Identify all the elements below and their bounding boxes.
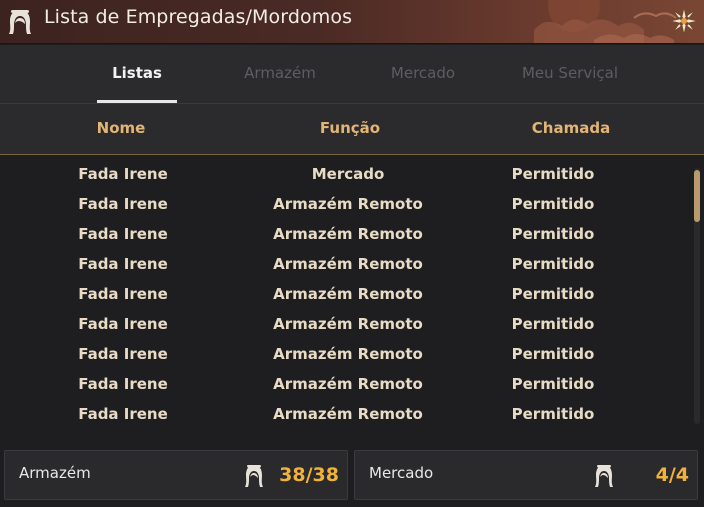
storage-count: 38/38 [279,464,339,486]
table-row[interactable]: Fada Irene Armazém Remoto Permitido [0,336,690,366]
active-tab-indicator [97,100,177,103]
tab-mercado[interactable]: Mercado [373,45,473,103]
row-name: Fada Irene [78,405,168,423]
maid-icon [595,465,613,487]
row-function: Armazém Remoto [273,345,423,363]
table-row[interactable]: Fada Irene Armazém Remoto Permitido [0,246,690,276]
window-title: Lista de Empregadas/Mordomos [44,6,353,28]
row-name: Fada Irene [78,165,168,183]
table-row[interactable]: Fada Irene Armazém Remoto Permitido [0,276,690,306]
title-bar: Lista de Empregadas/Mordomos [0,0,704,44]
maid-list: Fada Irene Mercado Permitido Fada Irene … [0,156,704,436]
row-call-status: Permitido [511,345,595,363]
column-header-chamada: Chamada [531,119,611,137]
row-function: Armazém Remoto [273,195,423,213]
table-row[interactable]: Fada Irene Armazém Remoto Permitido [0,186,690,216]
market-count-panel: Mercado 4/4 [354,450,698,500]
tab-listas[interactable]: Listas [97,45,177,103]
tab-meu-servical[interactable]: Meu Serviçal [505,45,635,103]
column-header-nome: Nome [96,119,146,137]
table-row[interactable]: Fada Irene Armazém Remoto Permitido [0,216,690,246]
table-header: Nome Função Chamada [0,104,704,155]
maid-icon [245,465,263,487]
row-function: Armazém Remoto [273,255,423,273]
row-name: Fada Irene [78,285,168,303]
row-call-status: Permitido [511,315,595,333]
row-call-status: Permitido [511,165,595,183]
storage-count-panel: Armazém 38/38 [4,450,348,500]
storage-label: Armazém [19,464,91,482]
row-call-status: Permitido [511,195,595,213]
market-count: 4/4 [655,464,689,486]
row-function: Armazém Remoto [273,405,423,423]
row-name: Fada Irene [78,195,168,213]
row-function: Armazém Remoto [273,285,423,303]
table-row[interactable]: Fada Irene Mercado Permitido [0,156,690,186]
row-call-status: Permitido [511,255,595,273]
row-name: Fada Irene [78,225,168,243]
close-ornament-icon[interactable] [670,7,698,35]
row-call-status: Permitido [511,375,595,393]
tab-bar: Listas Armazém Mercado Meu Serviçal [0,45,704,104]
row-function: Armazém Remoto [273,225,423,243]
row-name: Fada Irene [78,255,168,273]
scrollbar-thumb[interactable] [694,170,700,222]
row-function: Mercado [311,165,385,183]
row-call-status: Permitido [511,225,595,243]
tab-armazem[interactable]: Armazém [230,45,330,103]
row-function: Armazém Remoto [273,315,423,333]
row-name: Fada Irene [78,315,168,333]
column-header-funcao: Função [319,119,381,137]
market-label: Mercado [369,464,434,482]
row-name: Fada Irene [78,345,168,363]
table-row[interactable]: Fada Irene Armazém Remoto Permitido [0,306,690,336]
row-function: Armazém Remoto [273,375,423,393]
table-row[interactable]: Fada Irene Armazém Remoto Permitido [0,366,690,396]
row-name: Fada Irene [78,375,168,393]
row-call-status: Permitido [511,285,595,303]
table-row[interactable]: Fada Irene Armazém Remoto Permitido [0,396,690,426]
maid-icon [9,10,31,34]
row-call-status: Permitido [511,405,595,423]
